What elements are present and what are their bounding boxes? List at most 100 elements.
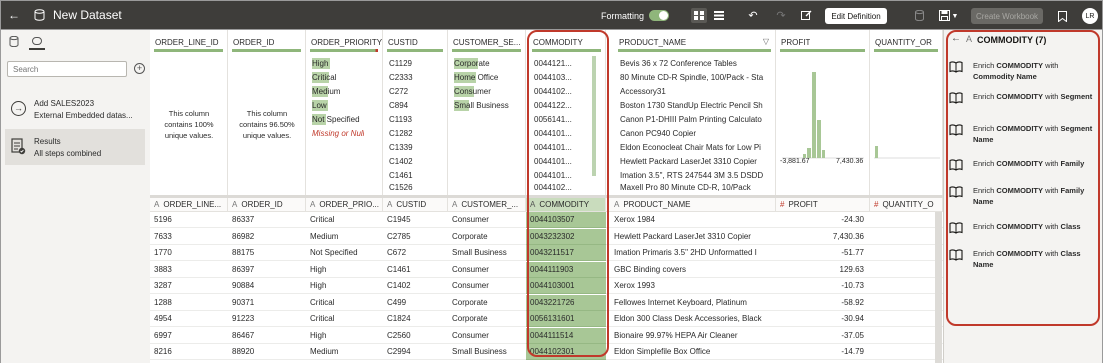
cell-order-priority[interactable]: Critical bbox=[306, 212, 383, 228]
cell-quantity[interactable] bbox=[870, 262, 943, 278]
cell-order-id[interactable]: 91223 bbox=[228, 311, 306, 327]
cell-customer-segment[interactable]: Small Business bbox=[448, 245, 526, 261]
cell-order-priority[interactable]: Critical bbox=[306, 311, 383, 327]
data-tab-icon[interactable] bbox=[9, 35, 21, 48]
filter-icon[interactable]: ▽ bbox=[763, 37, 769, 46]
cell-product-name[interactable]: Eldon Simplefile Box Office bbox=[606, 344, 776, 360]
cell-order-priority[interactable]: Critical bbox=[306, 295, 383, 311]
cell-order-line-id[interactable]: 7633 bbox=[150, 229, 228, 245]
cell-customer-segment[interactable]: Consumer bbox=[448, 278, 526, 294]
profile-profit[interactable]: PROFIT -3,881.67 7,430.36 bbox=[776, 30, 870, 195]
back-icon[interactable]: ← bbox=[7, 8, 21, 22]
column-header-order-id[interactable]: A ORDER_ID bbox=[228, 198, 306, 212]
cell-profit[interactable]: -51.77 bbox=[776, 245, 870, 261]
enrich-item[interactable]: Enrich COMMODITY with Class bbox=[949, 221, 1099, 234]
cell-custid[interactable]: C2785 bbox=[383, 229, 448, 245]
cell-profit[interactable]: -30.94 bbox=[776, 311, 870, 327]
cell-order-id[interactable]: 88920 bbox=[228, 344, 306, 360]
cell-customer-segment[interactable]: Small Business bbox=[448, 344, 526, 360]
cell-product-name[interactable]: Fellowes Internet Keyboard, Platinum bbox=[606, 295, 776, 311]
cell-customer-segment[interactable]: Corporate bbox=[448, 295, 526, 311]
profile-custid[interactable]: CUSTID C1129 C2333 C272 C894 C1193 C1282… bbox=[383, 30, 448, 195]
cell-custid[interactable]: C2994 bbox=[383, 344, 448, 360]
cell-order-priority[interactable]: Medium bbox=[306, 229, 383, 245]
column-header-commodity[interactable]: A COMMODITY bbox=[526, 198, 606, 212]
step-results[interactable]: Results All steps combined bbox=[5, 129, 145, 165]
cell-product-name[interactable]: Xerox 1984 bbox=[606, 212, 776, 228]
column-header-quantity[interactable]: # QUANTITY_O bbox=[870, 198, 943, 212]
cell-product-name[interactable]: Hewlett Packard LaserJet 3310 Copier bbox=[606, 229, 776, 245]
cell-order-line-id[interactable]: 1288 bbox=[150, 295, 228, 311]
cell-quantity[interactable] bbox=[870, 278, 943, 294]
profile-order-priority[interactable]: ORDER_PRIORITY High Critical Medium Low … bbox=[306, 30, 383, 195]
cell-product-name[interactable]: Xerox 1993 bbox=[606, 278, 776, 294]
search-field[interactable] bbox=[7, 61, 127, 77]
redo-icon[interactable]: ↷ bbox=[774, 8, 788, 23]
back-arrow-icon[interactable]: ← bbox=[951, 33, 961, 44]
cell-commodity[interactable]: 0043221726 bbox=[526, 294, 606, 311]
cell-commodity[interactable]: 0044103001 bbox=[526, 278, 606, 294]
cell-order-priority[interactable]: High bbox=[306, 262, 383, 278]
cell-quantity[interactable] bbox=[870, 328, 943, 344]
cell-order-priority[interactable]: Medium bbox=[306, 344, 383, 360]
vertical-scrollbar[interactable] bbox=[935, 212, 942, 363]
join-tab-icon[interactable] bbox=[29, 34, 45, 50]
cell-order-id[interactable]: 86982 bbox=[228, 229, 306, 245]
profile-quantity[interactable]: QUANTITY_OR bbox=[870, 30, 943, 195]
cell-order-line-id[interactable]: 3883 bbox=[150, 262, 228, 278]
cell-profit[interactable]: 129.63 bbox=[776, 262, 870, 278]
save-icon[interactable] bbox=[937, 8, 951, 23]
cell-custid[interactable]: C499 bbox=[383, 295, 448, 311]
cell-quantity[interactable] bbox=[870, 295, 943, 311]
cell-profit[interactable]: 7,430.36 bbox=[776, 229, 870, 245]
profile-commodity[interactable]: COMMODITY 0044121... 0044103... 0044102.… bbox=[528, 30, 606, 195]
cell-commodity[interactable]: 0043232302 bbox=[526, 228, 606, 245]
cell-order-id[interactable]: 86397 bbox=[228, 262, 306, 278]
cell-commodity[interactable]: 0056131601 bbox=[526, 311, 606, 327]
cell-product-name[interactable]: Bionaire 99.97% HEPA Air Cleaner bbox=[606, 328, 776, 344]
cell-profit[interactable]: -24.30 bbox=[776, 212, 870, 228]
cell-commodity[interactable]: 0044111514 bbox=[526, 327, 606, 344]
column-header-order-priority[interactable]: A ORDER_PRIO... bbox=[306, 198, 383, 212]
cell-commodity[interactable]: 0044103507 bbox=[526, 212, 606, 228]
profile-order-id[interactable]: ORDER_ID This column contains 96.50% uniqu… bbox=[228, 30, 306, 195]
enrich-item[interactable]: Enrich COMMODITY with Commodity Name bbox=[949, 60, 1099, 82]
cell-custid[interactable]: C672 bbox=[383, 245, 448, 261]
profile-customer-segment[interactable]: CUSTOMER_SE... Corporate Home Office Con… bbox=[448, 30, 526, 195]
cell-quantity[interactable] bbox=[870, 229, 943, 245]
cell-profit[interactable]: -10.73 bbox=[776, 278, 870, 294]
search-input[interactable] bbox=[8, 62, 126, 76]
cell-order-priority[interactable]: High bbox=[306, 278, 383, 294]
cell-product-name[interactable]: GBC Binding covers bbox=[606, 262, 776, 278]
cell-customer-segment[interactable]: Consumer bbox=[448, 262, 526, 278]
cell-custid[interactable]: C1461 bbox=[383, 262, 448, 278]
enrich-item[interactable]: Enrich COMMODITY with Family bbox=[949, 158, 1099, 171]
cell-order-line-id[interactable]: 4954 bbox=[150, 311, 228, 327]
cell-quantity[interactable] bbox=[870, 212, 943, 228]
enrich-item[interactable]: Enrich COMMODITY with Class Name bbox=[949, 248, 1099, 270]
undo-icon[interactable]: ↶ bbox=[746, 8, 760, 23]
profile-order-line-id[interactable]: ORDER_LINE_ID This column contains 100% un… bbox=[150, 30, 228, 195]
profile-product-name[interactable]: PRODUCT_NAME ▽ Bevis 36 x 72 Conference … bbox=[614, 30, 776, 195]
enrich-item[interactable]: Enrich COMMODITY with Segment Name bbox=[949, 123, 1099, 145]
cell-order-line-id[interactable]: 3287 bbox=[150, 278, 228, 294]
cell-order-id[interactable]: 90371 bbox=[228, 295, 306, 311]
cell-product-name[interactable]: Eldon 300 Class Desk Accessories, Black bbox=[606, 311, 776, 327]
cell-custid[interactable]: C1402 bbox=[383, 278, 448, 294]
edit-definition-button[interactable]: Edit Definition bbox=[825, 8, 887, 24]
cell-order-id[interactable]: 86467 bbox=[228, 328, 306, 344]
cell-order-id[interactable]: 88175 bbox=[228, 245, 306, 261]
cell-quantity[interactable] bbox=[870, 245, 943, 261]
cell-profit[interactable]: -58.92 bbox=[776, 295, 870, 311]
step-add-sales[interactable]: → Add SALES2023 External Embedded datas.… bbox=[5, 94, 145, 126]
bookmark-icon[interactable] bbox=[1056, 9, 1068, 23]
cell-customer-segment[interactable]: Consumer bbox=[448, 328, 526, 344]
add-icon[interactable]: + bbox=[134, 63, 145, 74]
column-header-product-name[interactable]: A PRODUCT_NAME bbox=[606, 198, 776, 212]
chevron-down-icon[interactable]: ▼ bbox=[951, 10, 959, 22]
column-header-custid[interactable]: A CUSTID bbox=[383, 198, 448, 212]
cell-custid[interactable]: C1824 bbox=[383, 311, 448, 327]
formatting-toggle[interactable] bbox=[649, 10, 669, 21]
cell-quantity[interactable] bbox=[870, 344, 943, 360]
cell-commodity[interactable]: 0043211517 bbox=[526, 245, 606, 261]
